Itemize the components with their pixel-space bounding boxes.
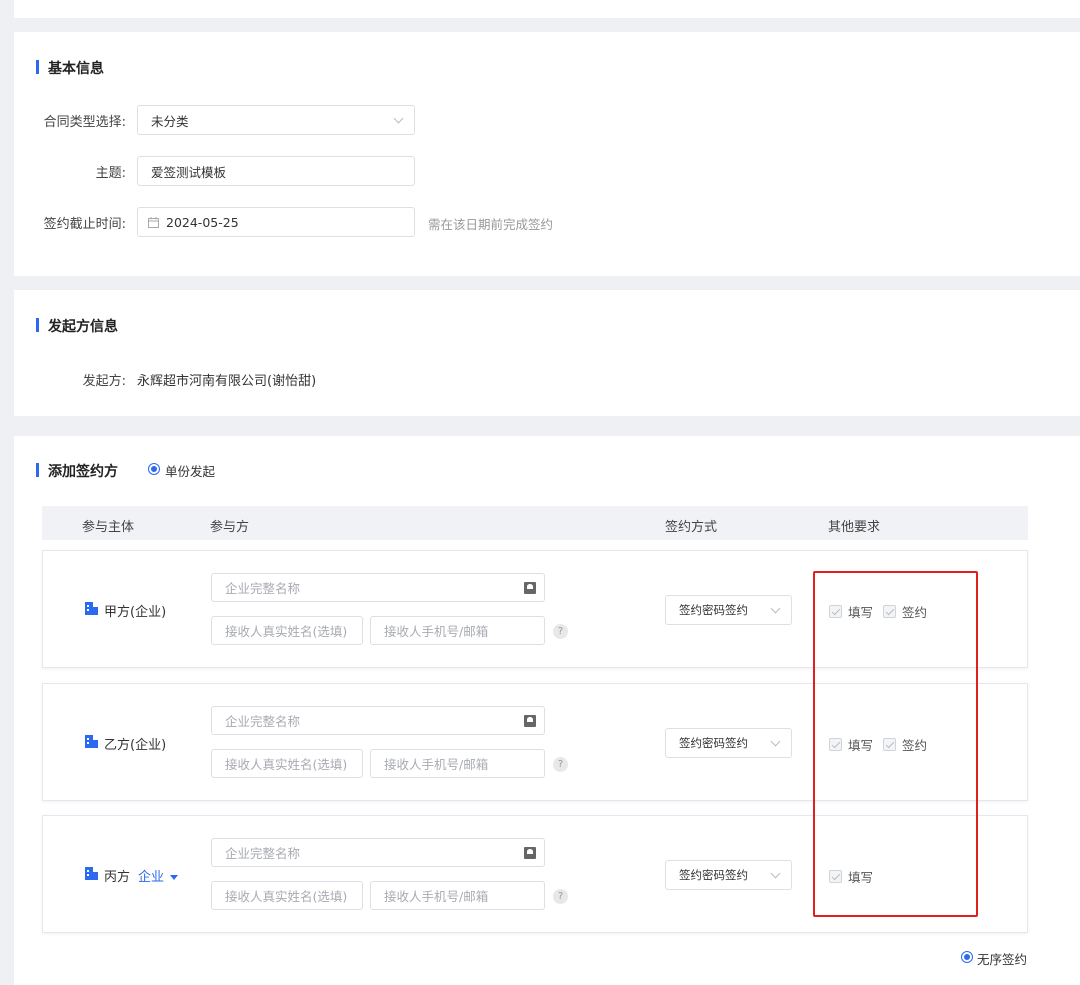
sign-method-select[interactable]: 签约密码签约 — [665, 860, 792, 890]
party-name: 甲方(企业) — [104, 605, 167, 620]
unordered-sign-radio[interactable] — [961, 951, 973, 963]
contact-card-icon[interactable] — [524, 847, 536, 859]
contract-type-select[interactable]: 未分类 — [137, 105, 415, 135]
chevron-down-icon — [770, 868, 781, 879]
single-send-radio[interactable] — [148, 463, 160, 475]
unordered-sign-label: 无序签约 — [977, 952, 1028, 967]
sign-method-select[interactable]: 签约密码签约 — [665, 728, 792, 758]
company-name-input[interactable]: 企业完整名称 — [211, 573, 545, 602]
header-party-type: 参与主体 — [82, 520, 135, 535]
chevron-down-icon — [770, 736, 781, 747]
receiver-name-input[interactable]: 接收人真实姓名(选填) — [211, 616, 363, 645]
company-name-placeholder: 企业完整名称 — [225, 581, 301, 596]
signers-title: 添加签约方 — [36, 461, 118, 481]
company-name-input[interactable]: 企业完整名称 — [211, 838, 545, 867]
header-other-req: 其他要求 — [828, 520, 881, 535]
subject-label: 主题: — [95, 166, 126, 181]
initiator-card: 发起方信息 发起方: 永辉超市河南有限公司(谢怡甜) — [14, 290, 1080, 416]
initiator-label: 发起方: — [82, 374, 126, 389]
party-name: 丙方 — [104, 870, 131, 885]
help-icon[interactable]: ? — [553, 624, 568, 639]
initiator-value: 永辉超市河南有限公司(谢怡甜) — [137, 374, 317, 389]
party-name: 乙方(企业) — [104, 738, 167, 753]
basic-info-title: 基本信息 — [36, 58, 104, 78]
signers-table-header: 参与主体 参与方 签约方式 其他要求 — [42, 506, 1028, 540]
receiver-phone-input[interactable]: 接收人手机号/邮箱 — [370, 881, 545, 910]
top-card — [14, 0, 1080, 18]
receiver-phone-input[interactable]: 接收人手机号/邮箱 — [370, 616, 545, 645]
subject-input[interactable]: 爱签测试模板 — [137, 156, 415, 186]
calendar-icon — [148, 216, 159, 228]
deadline-value: 2024-05-25 — [166, 214, 239, 230]
chevron-down-icon — [393, 113, 404, 124]
sign-method-value: 签约密码签约 — [679, 736, 748, 750]
highlight-box — [813, 571, 978, 917]
help-icon[interactable]: ? — [553, 889, 568, 904]
receiver-phone-input[interactable]: 接收人手机号/邮箱 — [370, 749, 545, 778]
deadline-label: 签约截止时间: — [43, 217, 126, 232]
party-type-value: 企业 — [138, 870, 165, 885]
sign-method-value: 签约密码签约 — [679, 868, 748, 882]
company-name-placeholder: 企业完整名称 — [225, 714, 301, 729]
party-type-dropdown[interactable]: 企业 — [138, 866, 179, 885]
single-send-label: 单份发起 — [165, 464, 216, 479]
contract-type-label: 合同类型选择: — [43, 115, 126, 130]
chevron-down-icon — [770, 603, 781, 614]
sign-method-value: 签约密码签约 — [679, 603, 748, 617]
caret-down-icon — [170, 875, 179, 880]
receiver-name-input[interactable]: 接收人真实姓名(选填) — [211, 749, 363, 778]
header-sign-method: 签约方式 — [665, 520, 718, 535]
header-party: 参与方 — [210, 520, 250, 535]
contact-card-icon[interactable] — [524, 715, 536, 727]
company-name-input[interactable]: 企业完整名称 — [211, 706, 545, 735]
contract-type-value: 未分类 — [151, 113, 189, 129]
deadline-hint: 需在该日期前完成签约 — [428, 217, 554, 232]
company-icon — [85, 735, 98, 748]
sign-method-select[interactable]: 签约密码签约 — [665, 595, 792, 625]
receiver-name-input[interactable]: 接收人真实姓名(选填) — [211, 881, 363, 910]
contact-card-icon[interactable] — [524, 582, 536, 594]
initiator-title: 发起方信息 — [36, 316, 118, 336]
basic-info-card: 基本信息 合同类型选择: 未分类 主题: 爱签测试模板 签约截止时间: 2024… — [14, 32, 1080, 276]
deadline-date-picker[interactable]: 2024-05-25 — [137, 207, 415, 237]
company-icon — [85, 602, 98, 615]
company-icon — [85, 867, 98, 880]
company-name-placeholder: 企业完整名称 — [225, 846, 301, 861]
help-icon[interactable]: ? — [553, 757, 568, 772]
